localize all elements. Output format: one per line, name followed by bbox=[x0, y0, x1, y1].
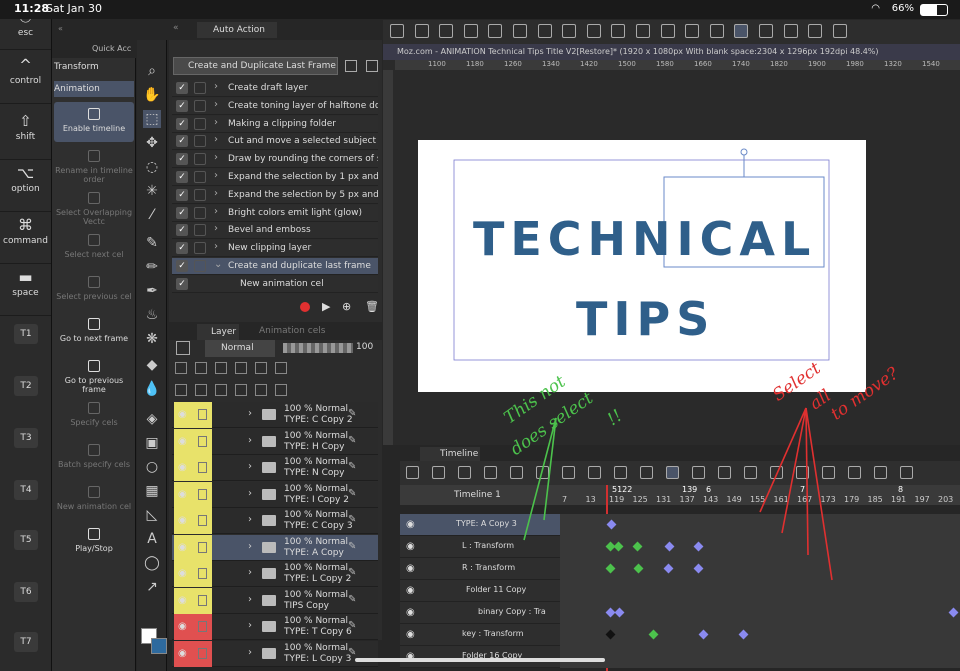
battery-icon bbox=[920, 4, 948, 16]
status-bar: 11:28 Sat Jan 30 ◠ 66% bbox=[0, 0, 960, 19]
status-time: 11:28 bbox=[14, 2, 50, 15]
battery-percent: 66% bbox=[891, 3, 914, 14]
home-indicator bbox=[355, 658, 605, 662]
status-date: Sat Jan 30 bbox=[46, 2, 102, 15]
annotation-arrows bbox=[523, 407, 833, 581]
wifi-icon: ◠ bbox=[871, 3, 880, 14]
